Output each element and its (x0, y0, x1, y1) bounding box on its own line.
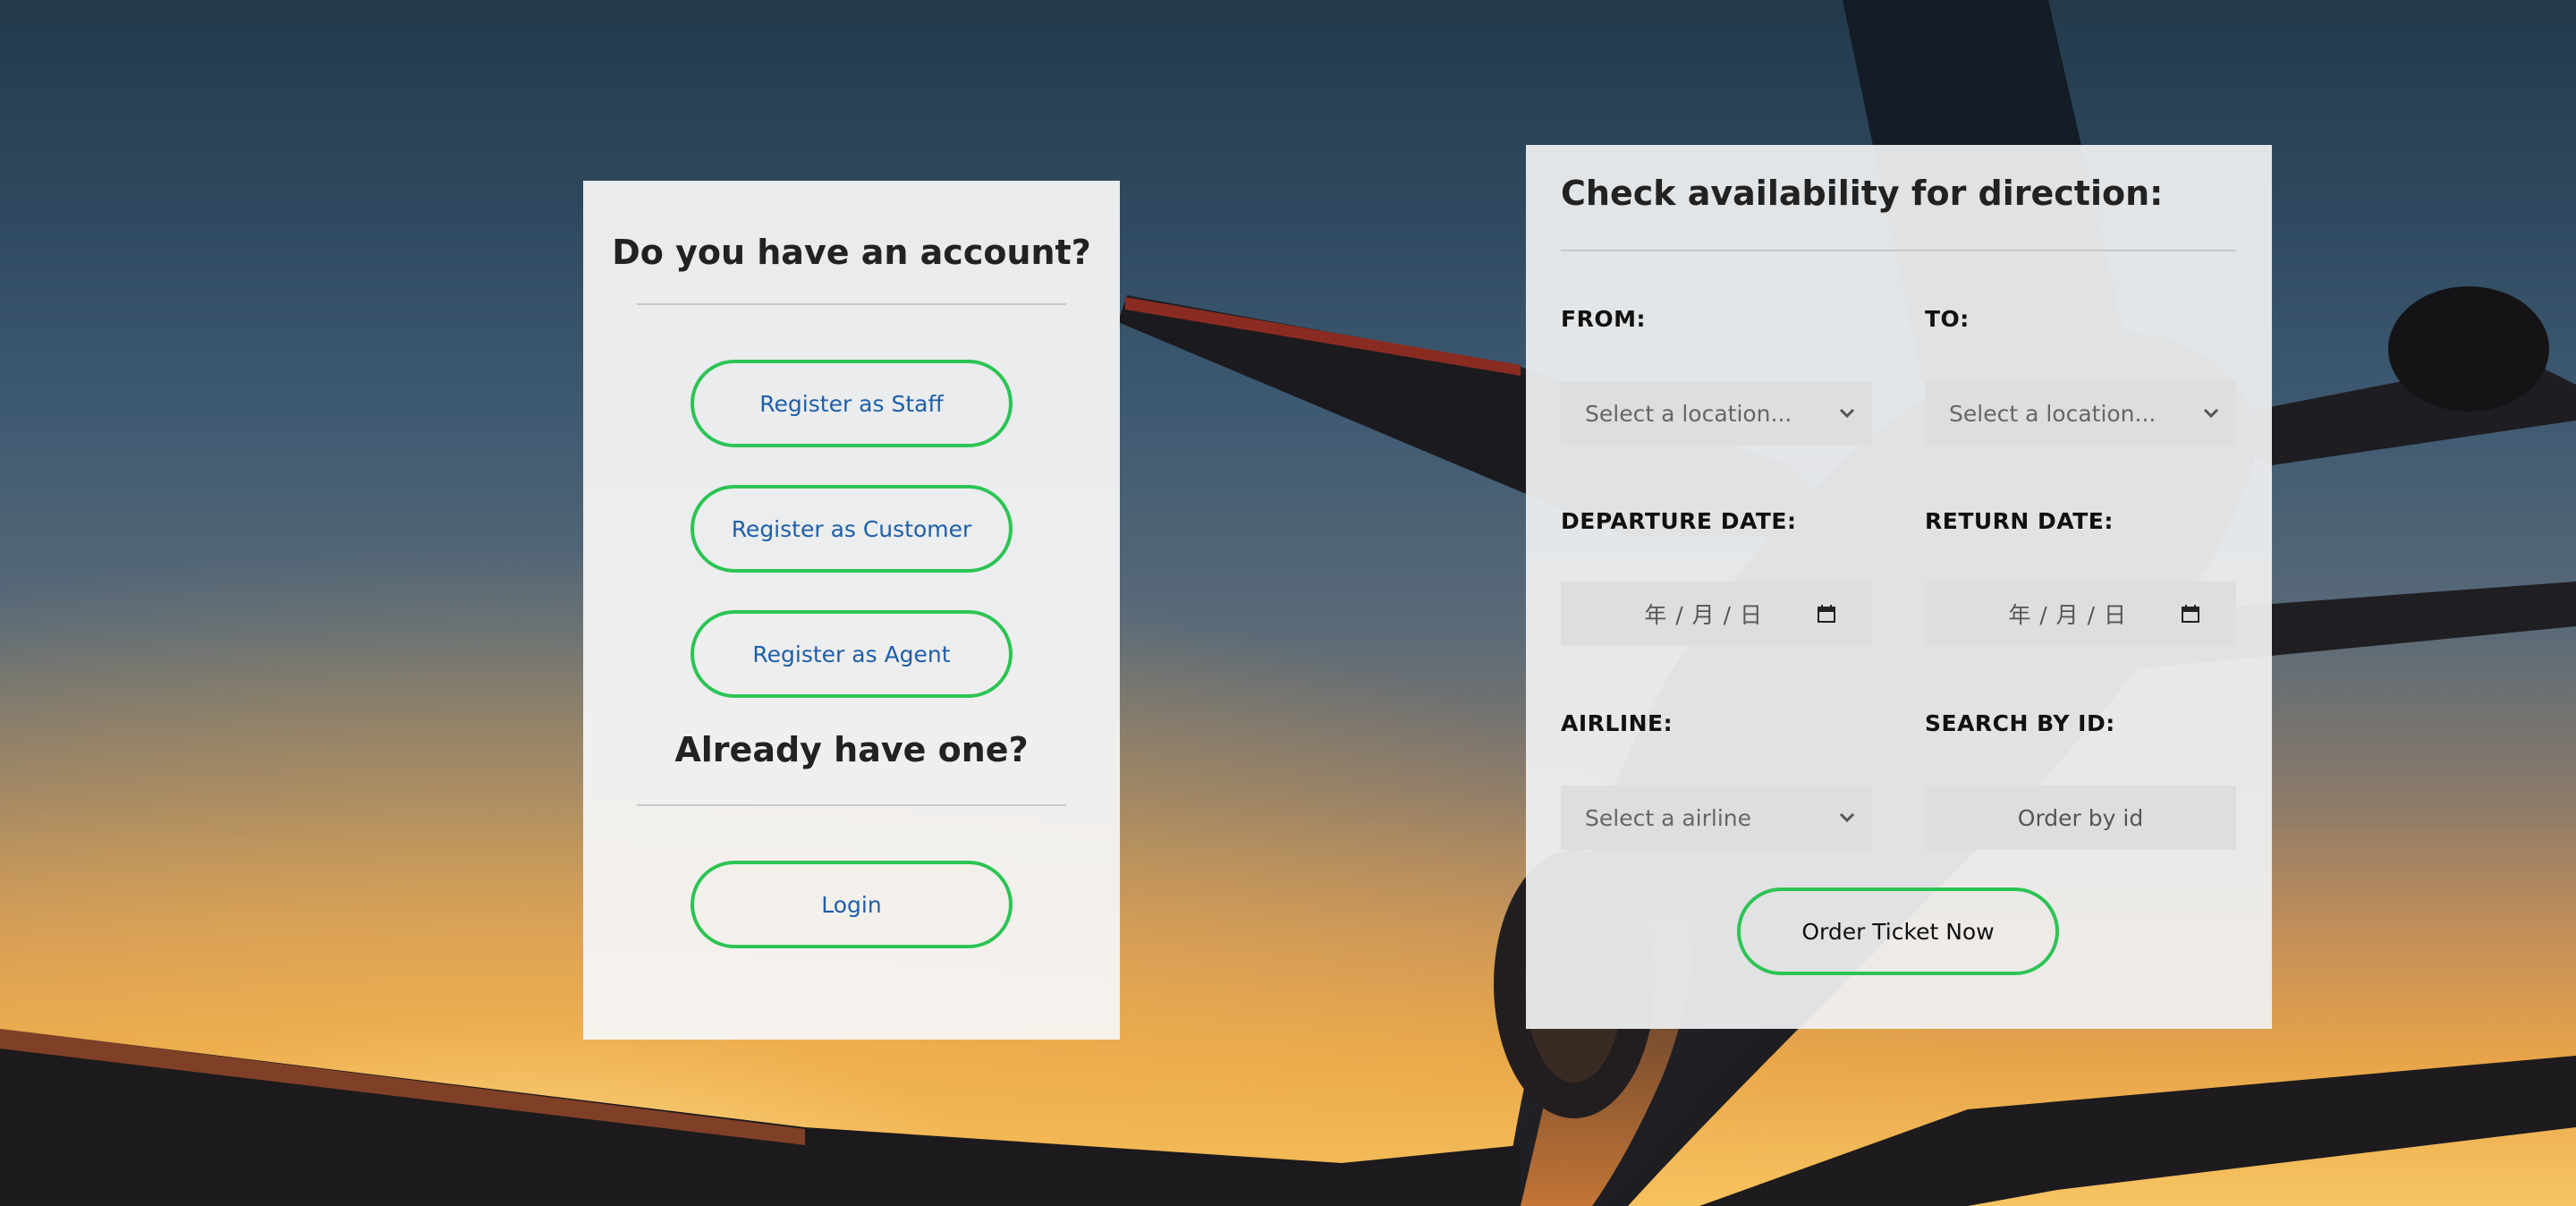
airline-select[interactable]: Select a airline (1561, 786, 1872, 850)
airline-select-value: Select a airline (1585, 804, 1751, 831)
login-button[interactable]: Login (691, 861, 1013, 948)
search-by-id-label: SEARCH BY ID: (1925, 710, 2115, 736)
departure-date-input[interactable]: 年 / 月 / 日 (1561, 582, 1872, 646)
to-select-value: Select a location... (1949, 400, 2157, 427)
return-date-label: RETURN DATE: (1925, 508, 2114, 534)
calendar-icon[interactable] (1817, 604, 1836, 624)
return-date-value: 年 / 月 / 日 (2008, 602, 2127, 628)
account-panel: Do you have an account? Register as Staf… (583, 181, 1120, 1040)
register-staff-button[interactable]: Register as Staff (691, 360, 1013, 447)
to-select[interactable]: Select a location... (1925, 381, 2236, 446)
register-agent-button[interactable]: Register as Agent (691, 610, 1013, 698)
chevron-down-icon (1836, 807, 1858, 828)
departure-date-label: DEPARTURE DATE: (1561, 508, 1797, 534)
airline-label: AIRLINE: (1561, 710, 1674, 736)
divider (1561, 250, 2236, 251)
departure-date-value: 年 / 月 / 日 (1644, 602, 1763, 628)
from-select-value: Select a location... (1585, 400, 1792, 427)
calendar-icon[interactable] (2181, 604, 2200, 624)
order-id-placeholder: Order by id (2017, 804, 2144, 831)
divider (637, 303, 1066, 305)
order-ticket-button[interactable]: Order Ticket Now (1737, 888, 2059, 975)
return-date-input[interactable]: 年 / 月 / 日 (1925, 582, 2236, 646)
from-select[interactable]: Select a location... (1561, 381, 1872, 446)
chevron-down-icon (2200, 403, 2222, 424)
order-id-input[interactable]: Order by id (1925, 786, 2236, 850)
register-customer-button[interactable]: Register as Customer (691, 485, 1013, 573)
to-label: TO: (1925, 306, 1970, 332)
divider (637, 804, 1066, 806)
chevron-down-icon (1836, 403, 1858, 424)
availability-search-panel: Check availability for direction: FROM: … (1526, 145, 2272, 1029)
search-title: Check availability for direction: (1561, 174, 2164, 213)
account-title: Do you have an account? (612, 233, 1091, 272)
from-label: FROM: (1561, 306, 1646, 332)
already-have-account-title: Already have one? (674, 730, 1029, 769)
